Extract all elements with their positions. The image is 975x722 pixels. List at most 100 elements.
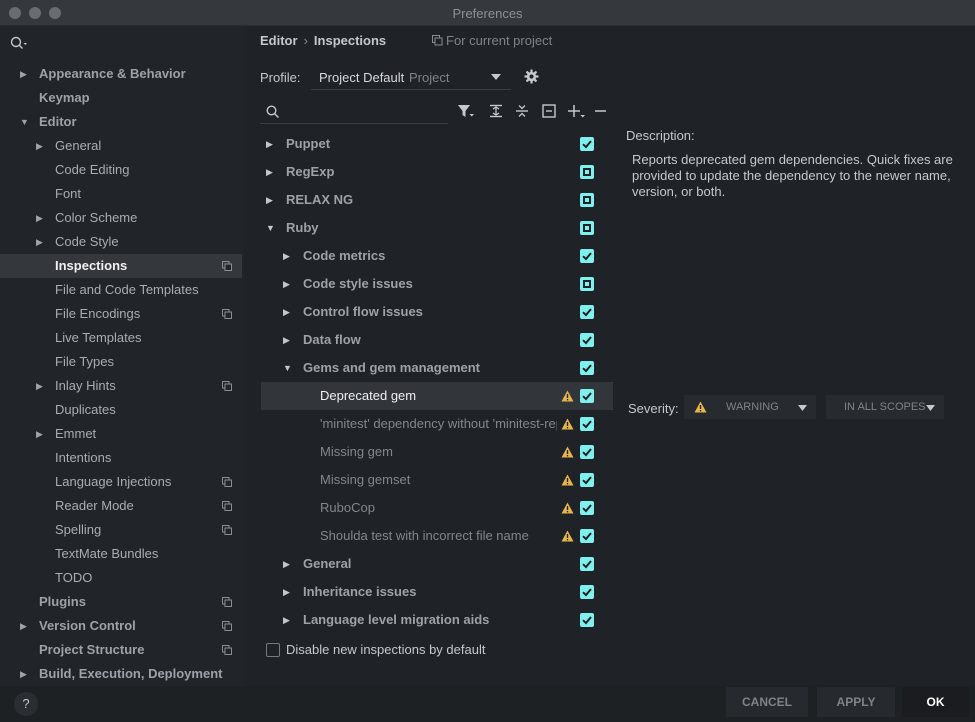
enabled-checkbox[interactable] xyxy=(580,137,594,151)
inspection-row-code-metrics[interactable]: ▶ Code metrics xyxy=(261,242,613,270)
chevron-right-icon[interactable]: ▶ xyxy=(266,130,273,158)
sidebar-item-editor[interactable]: ▼ Editor xyxy=(0,110,242,134)
chevron-right-icon[interactable]: ▶ xyxy=(266,186,273,214)
inspection-row-language-level-migration-aids[interactable]: ▶ Language level migration aids xyxy=(261,606,613,634)
chevron-right-icon[interactable]: ▶ xyxy=(283,270,290,298)
remove-icon[interactable] xyxy=(595,104,607,118)
sidebar-item-duplicates[interactable]: Duplicates xyxy=(0,398,242,422)
inspection-search-input[interactable] xyxy=(260,100,448,124)
inspection-row-ruby[interactable]: ▼ Ruby xyxy=(261,214,613,242)
severity-select[interactable]: WARNING xyxy=(684,395,816,419)
chevron-right-icon[interactable]: ▶ xyxy=(20,662,27,686)
inspection-row-regexp[interactable]: ▶ RegExp xyxy=(261,158,613,186)
inspection-row-control-flow-issues[interactable]: ▶ Control flow issues xyxy=(261,298,613,326)
enabled-checkbox[interactable] xyxy=(580,473,594,487)
sidebar-item-appearance-behavior[interactable]: ▶ Appearance & Behavior xyxy=(0,62,242,86)
breadcrumb-parent[interactable]: Editor xyxy=(260,33,298,48)
inspection-row-missing-gemset[interactable]: Missing gemset xyxy=(261,466,613,494)
filter-icon[interactable] xyxy=(457,104,475,120)
chevron-right-icon[interactable]: ▶ xyxy=(36,230,43,254)
inspection-row-shoulda-test-with-incorrect-file-name[interactable]: Shoulda test with incorrect file name xyxy=(261,522,613,550)
enabled-checkbox[interactable] xyxy=(580,305,594,319)
scope-select[interactable]: IN ALL SCOPES xyxy=(826,395,944,419)
sidebar-item-emmet[interactable]: ▶ Emmet xyxy=(0,422,242,446)
chevron-right-icon[interactable]: ▶ xyxy=(283,242,290,270)
chevron-right-icon[interactable]: ▶ xyxy=(266,158,273,186)
chevron-right-icon[interactable]: ▶ xyxy=(283,326,290,354)
sidebar-item-project-structure[interactable]: Project Structure xyxy=(0,638,242,662)
sidebar-item-inlay-hints[interactable]: ▶ Inlay Hints xyxy=(0,374,242,398)
sidebar-item-textmate-bundles[interactable]: TextMate Bundles xyxy=(0,542,242,566)
sidebar-item-file-and-code-templates[interactable]: File and Code Templates xyxy=(0,278,242,302)
sidebar-item-inspections[interactable]: Inspections xyxy=(0,254,242,278)
sidebar-item-todo[interactable]: TODO xyxy=(0,566,242,590)
sidebar-item-intentions[interactable]: Intentions xyxy=(0,446,242,470)
chevron-right-icon[interactable]: ▶ xyxy=(20,62,27,86)
sidebar-item-build-execution-deployment[interactable]: ▶ Build, Execution, Deployment xyxy=(0,662,242,686)
sidebar-search-input[interactable] xyxy=(8,34,244,56)
inspection-row-minitest-dependency-without-minitest-reporters[interactable]: 'minitest' dependency without 'minitest-… xyxy=(261,410,613,438)
sidebar-item-file-types[interactable]: File Types xyxy=(0,350,242,374)
partial-checkbox[interactable] xyxy=(580,165,594,179)
partial-checkbox[interactable] xyxy=(580,193,594,207)
sidebar-item-spelling[interactable]: Spelling xyxy=(0,518,242,542)
enabled-checkbox[interactable] xyxy=(580,249,594,263)
enabled-checkbox[interactable] xyxy=(580,613,594,627)
expand-all-icon[interactable] xyxy=(489,104,503,118)
inspection-row-puppet[interactable]: ▶ Puppet xyxy=(261,130,613,158)
inspection-row-rubocop[interactable]: RuboCop xyxy=(261,494,613,522)
chevron-right-icon[interactable]: ▶ xyxy=(283,298,290,326)
inspection-row-missing-gem[interactable]: Missing gem xyxy=(261,438,613,466)
enabled-checkbox[interactable] xyxy=(580,389,594,403)
sidebar-item-general[interactable]: ▶ General xyxy=(0,134,242,158)
enabled-checkbox[interactable] xyxy=(580,445,594,459)
sidebar-item-code-style[interactable]: ▶ Code Style xyxy=(0,230,242,254)
sidebar-item-reader-mode[interactable]: Reader Mode xyxy=(0,494,242,518)
chevron-right-icon[interactable]: ▶ xyxy=(36,422,43,446)
inspection-row-inheritance-issues[interactable]: ▶ Inheritance issues xyxy=(261,578,613,606)
ok-button[interactable]: OK xyxy=(902,687,969,717)
chevron-right-icon[interactable]: ▶ xyxy=(283,606,290,634)
profile-select[interactable]: Project Default Project xyxy=(311,64,511,90)
chevron-right-icon[interactable]: ▶ xyxy=(36,134,43,158)
enabled-checkbox[interactable] xyxy=(580,417,594,431)
help-button[interactable]: ? xyxy=(14,692,38,716)
enabled-checkbox[interactable] xyxy=(580,361,594,375)
enabled-checkbox[interactable] xyxy=(580,501,594,515)
sidebar-item-language-injections[interactable]: Language Injections xyxy=(0,470,242,494)
chevron-down-icon[interactable]: ▼ xyxy=(283,354,292,382)
inspection-row-deprecated-gem[interactable]: Deprecated gem xyxy=(261,382,613,410)
sidebar-item-file-encodings[interactable]: File Encodings xyxy=(0,302,242,326)
chevron-right-icon[interactable]: ▶ xyxy=(283,550,290,578)
chevron-right-icon[interactable]: ▶ xyxy=(283,578,290,606)
sidebar-item-live-templates[interactable]: Live Templates xyxy=(0,326,242,350)
add-icon[interactable] xyxy=(568,104,586,120)
apply-button[interactable]: APPLY xyxy=(817,687,895,717)
partial-checkbox[interactable] xyxy=(580,277,594,291)
sidebar-item-keymap[interactable]: Keymap xyxy=(0,86,242,110)
chevron-right-icon[interactable]: ▶ xyxy=(20,614,27,638)
sidebar-item-color-scheme[interactable]: ▶ Color Scheme xyxy=(0,206,242,230)
sidebar-item-plugins[interactable]: Plugins xyxy=(0,590,242,614)
inspection-row-code-style-issues[interactable]: ▶ Code style issues xyxy=(261,270,613,298)
chevron-down-icon[interactable]: ▼ xyxy=(266,214,275,242)
chevron-down-icon[interactable]: ▼ xyxy=(20,110,29,134)
inspection-row-data-flow[interactable]: ▶ Data flow xyxy=(261,326,613,354)
partial-checkbox[interactable] xyxy=(580,221,594,235)
inspection-row-gems-and-gem-management[interactable]: ▼ Gems and gem management xyxy=(261,354,613,382)
cancel-button[interactable]: CANCEL xyxy=(726,687,808,717)
reset-icon[interactable] xyxy=(542,104,556,118)
chevron-right-icon[interactable]: ▶ xyxy=(36,206,43,230)
chevron-right-icon[interactable]: ▶ xyxy=(36,374,43,398)
sidebar-item-version-control[interactable]: ▶ Version Control xyxy=(0,614,242,638)
enabled-checkbox[interactable] xyxy=(580,333,594,347)
checkbox-box[interactable] xyxy=(266,643,280,657)
sidebar-item-font[interactable]: Font xyxy=(0,182,242,206)
inspection-row-general[interactable]: ▶ General xyxy=(261,550,613,578)
enabled-checkbox[interactable] xyxy=(580,585,594,599)
sidebar-item-code-editing[interactable]: Code Editing xyxy=(0,158,242,182)
collapse-all-icon[interactable] xyxy=(515,104,529,118)
inspection-row-relax-ng[interactable]: ▶ RELAX NG xyxy=(261,186,613,214)
gear-icon[interactable] xyxy=(524,69,539,84)
enabled-checkbox[interactable] xyxy=(580,529,594,543)
